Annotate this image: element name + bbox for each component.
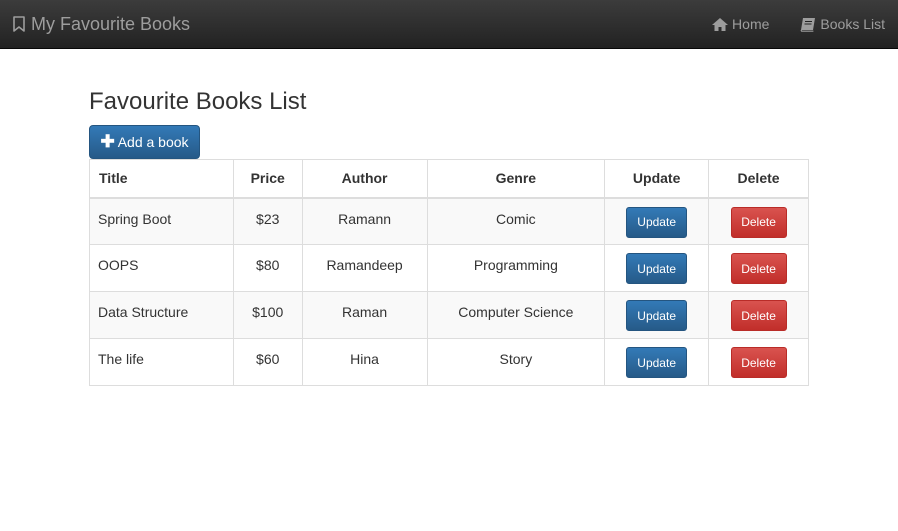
page-title: Favourite Books List xyxy=(89,88,307,115)
book-icon xyxy=(800,17,816,32)
table-row: Spring Boot $23 Ramann Comic Update Dele… xyxy=(89,197,809,245)
book-genre: Comic xyxy=(426,197,606,245)
book-author: Ramandeep xyxy=(301,244,428,292)
table-row: OOPS $80 Ramandeep Programming Update De… xyxy=(89,244,809,292)
delete-cell: Delete xyxy=(708,197,809,245)
nav-home-label: Home xyxy=(732,16,770,32)
book-price: $80 xyxy=(232,244,303,292)
update-cell: Update xyxy=(604,338,710,386)
update-cell: Update xyxy=(604,197,710,245)
delete-button[interactable]: Delete xyxy=(730,206,787,238)
delete-button[interactable]: Delete xyxy=(730,253,787,284)
navbar-links: Home Books List xyxy=(711,0,885,48)
books-table: Title Price Author Genre Update Delete S… xyxy=(89,159,809,386)
navbar-brand[interactable]: My Favourite Books xyxy=(12,0,190,48)
add-book-label: Add a book xyxy=(117,134,189,150)
update-cell: Update xyxy=(604,244,710,292)
delete-button[interactable]: Delete xyxy=(730,347,787,378)
book-title: Data Structure xyxy=(89,291,234,339)
table-header-row: Title Price Author Genre Update Delete xyxy=(89,159,809,199)
book-price: $60 xyxy=(232,338,303,386)
delete-cell: Delete xyxy=(708,338,809,386)
book-author: Raman xyxy=(301,291,428,339)
brand-label: My Favourite Books xyxy=(31,13,191,34)
delete-cell: Delete xyxy=(708,291,809,339)
header-delete: Delete xyxy=(708,159,809,199)
book-author: Ramann xyxy=(301,197,428,245)
book-genre: Story xyxy=(426,338,606,386)
book-price: $100 xyxy=(232,291,303,339)
update-button[interactable]: Update xyxy=(626,347,688,378)
book-price: $23 xyxy=(232,197,303,245)
book-title: The life xyxy=(89,338,234,386)
header-genre: Genre xyxy=(426,159,606,199)
header-title: Title xyxy=(89,159,234,199)
add-book-button[interactable]: ✚ Add a book xyxy=(89,125,200,159)
delete-button[interactable]: Delete xyxy=(730,300,787,331)
table-row: Data Structure $100 Raman Computer Scien… xyxy=(89,291,809,339)
book-genre: Programming xyxy=(426,244,606,292)
delete-cell: Delete xyxy=(708,244,809,292)
book-title: OOPS xyxy=(89,244,234,292)
update-button[interactable]: Update xyxy=(626,206,688,238)
book-genre: Computer Science xyxy=(426,291,606,339)
home-icon xyxy=(712,17,729,31)
header-update: Update xyxy=(604,159,710,199)
nav-books-list-label: Books List xyxy=(820,16,885,32)
update-button[interactable]: Update xyxy=(626,300,688,331)
plus-icon: ✚ xyxy=(100,132,115,151)
nav-books-list-link[interactable]: Books List xyxy=(799,16,885,32)
book-title: Spring Boot xyxy=(89,197,234,245)
book-author: Hina xyxy=(301,338,428,386)
header-author: Author xyxy=(301,159,428,199)
header-price: Price xyxy=(232,159,303,199)
bookmark-icon xyxy=(13,16,25,32)
table-row: The life $60 Hina Story Update Delete xyxy=(89,338,809,386)
top-navbar: My Favourite Books Home Books List xyxy=(0,0,898,49)
update-cell: Update xyxy=(604,291,710,339)
update-button[interactable]: Update xyxy=(626,253,688,284)
nav-home-link[interactable]: Home xyxy=(711,16,769,32)
